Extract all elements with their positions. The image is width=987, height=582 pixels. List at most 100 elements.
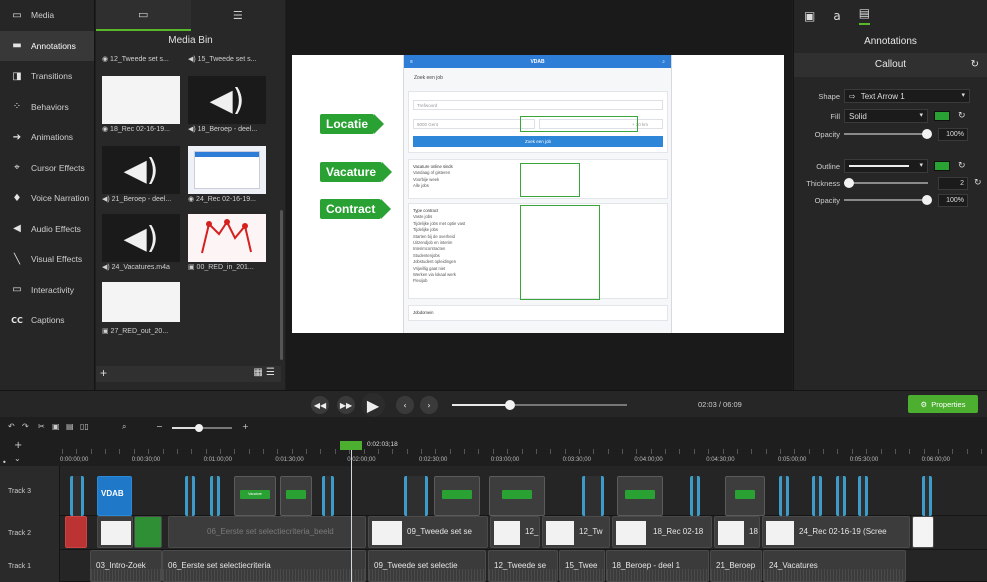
timeline-clip[interactable] (65, 516, 87, 548)
bin-scrollbar[interactable] (280, 210, 283, 360)
fill-color-swatch[interactable] (934, 111, 950, 121)
copy-icon[interactable]: ▣ (52, 422, 60, 431)
previous-clip-button[interactable]: ‹ (396, 396, 414, 414)
zoom-out-icon[interactable]: − (156, 422, 163, 431)
opacity-value[interactable]: 100% (938, 127, 968, 141)
thickness-slider[interactable] (844, 178, 928, 188)
fill-dropdown[interactable]: Solid ▾ (844, 109, 928, 123)
timeline-clip[interactable] (812, 476, 822, 516)
cut-icon[interactable]: ✂ (38, 422, 45, 431)
zoom-knob[interactable] (195, 424, 203, 432)
scrubber-knob[interactable] (504, 400, 515, 410)
timeline-clip[interactable]: Vacature (234, 476, 276, 516)
timeline-clip[interactable] (922, 476, 932, 516)
chevron-down-icon[interactable]: ⌄ (14, 454, 21, 463)
outline-opacity-slider[interactable] (844, 195, 932, 205)
callout-locatie[interactable]: Locatie (320, 114, 385, 134)
tool-media[interactable]: ▭ Media (0, 0, 94, 31)
tool-captions[interactable]: CC Captions (0, 305, 94, 336)
bin-item[interactable]: ◀) 15_Tweede set s... (188, 54, 274, 66)
timeline-clip[interactable] (617, 476, 663, 516)
track-1-header[interactable]: Track 1 (0, 550, 60, 582)
preview-canvas[interactable]: ≡ VDAB ⌕ Zoek een job Trefwoord 9000 Gen… (292, 55, 784, 333)
outline-dropdown[interactable]: ▾ (844, 159, 928, 173)
audio-clip[interactable]: 24_Vacatures (763, 550, 906, 582)
tool-voice-narration[interactable]: ♦ Voice Narration (0, 183, 94, 214)
playhead-handle[interactable] (340, 441, 362, 450)
tool-cursor-effects[interactable]: ⌖ Cursor Effects (0, 153, 94, 184)
slider-knob[interactable] (844, 178, 854, 188)
bin-item[interactable]: ◉ 18_Rec 02-16-19... (102, 76, 188, 136)
opacity-value[interactable]: 100% (938, 193, 968, 207)
tool-transitions[interactable]: ◨ Transitions (0, 61, 94, 92)
timeline-clip[interactable] (134, 516, 162, 548)
timeline-clip[interactable]: 06_Eerste set selectiecriteria_beeld (168, 516, 366, 548)
timeline-clip[interactable] (280, 476, 312, 516)
timeline-clip[interactable] (322, 476, 334, 516)
timeline-clip[interactable] (779, 476, 789, 516)
timeline-clip[interactable] (582, 476, 604, 516)
shape-dropdown[interactable]: ⇨ Text Arrow 1 ▾ (844, 89, 970, 103)
tool-behaviors[interactable]: ⁘ Behaviors (0, 92, 94, 123)
timeline-clip[interactable] (858, 476, 868, 516)
zoom-icon[interactable]: ⌕ (122, 422, 126, 432)
tab-annotation-properties[interactable]: ▤ (858, 6, 871, 25)
zoom-in-icon[interactable]: + (242, 422, 249, 431)
tab-library[interactable]: ☰ (191, 0, 286, 31)
step-back-button[interactable]: ◀◀ (311, 396, 329, 414)
thickness-value[interactable]: 2 (938, 176, 968, 190)
timeline-clip[interactable] (912, 516, 934, 548)
slider-knob[interactable] (922, 129, 932, 139)
bin-item[interactable]: ◀) ◀) 24_Vacatures.m4a (102, 214, 188, 274)
reset-icon[interactable]: ↻ (974, 178, 982, 188)
timeline-clip[interactable] (725, 476, 765, 516)
audio-clip[interactable]: 12_Tweede se (488, 550, 558, 582)
reset-icon[interactable]: ↻ (971, 53, 979, 77)
track-2-header[interactable]: Track 2 (0, 516, 60, 550)
next-clip-button[interactable]: › (420, 396, 438, 414)
bin-item[interactable]: ◉ 12_Tweede set s... (102, 54, 188, 66)
paste-icon[interactable]: ▤ (66, 422, 74, 431)
scrubber[interactable] (452, 400, 627, 410)
audio-clip[interactable]: 09_Tweede set selectie (368, 550, 486, 582)
timeline-clip[interactable]: 24_Rec 02-16-19 (Scree (762, 516, 910, 548)
play-button[interactable]: ▶ (361, 393, 385, 417)
timeline-ruler[interactable]: 0:00:00;00 0:00:30;00 0:01:00;00 0:01:30;00… (60, 438, 987, 466)
track-3-header[interactable]: Track 3 (0, 466, 60, 516)
outline-color-swatch[interactable] (934, 161, 950, 171)
slider-knob[interactable] (922, 195, 932, 205)
tool-animations[interactable]: ➔ Animations (0, 122, 94, 153)
timeline-clip[interactable] (185, 476, 195, 516)
bin-item[interactable]: ◉ 24_Rec 02-16-19... (188, 146, 274, 206)
timeline-clip[interactable]: 18 (714, 516, 760, 548)
tool-interactivity[interactable]: ▭ Interactivity (0, 275, 94, 306)
tab-visual-properties[interactable]: ▣ (804, 9, 815, 23)
opacity-slider[interactable] (844, 129, 932, 139)
audio-clip[interactable]: 18_Beroep - deel 1 (606, 550, 709, 582)
properties-button[interactable]: ⚙ Properties (908, 395, 978, 413)
audio-clip[interactable]: 06_Eerste set selectiecriteria (162, 550, 366, 582)
callout-contract[interactable]: Contract (320, 199, 392, 219)
tab-media-bin[interactable]: ▭ (96, 0, 191, 31)
reset-icon[interactable]: ↻ (958, 111, 966, 121)
redo-icon[interactable]: ↷ (22, 422, 29, 431)
timeline-clip[interactable] (404, 476, 428, 516)
split-icon[interactable]: ▯▯ (80, 422, 89, 431)
playhead-line[interactable] (351, 441, 352, 582)
bin-item[interactable]: ▣ 00_RED_in_201... (188, 214, 274, 274)
audio-clip[interactable]: 03_Intro-Zoek (90, 550, 162, 582)
step-forward-button[interactable]: ▶▶ (337, 396, 355, 414)
undo-icon[interactable]: ↶ (8, 422, 15, 431)
timeline-clip[interactable]: VDAB (97, 476, 132, 516)
timeline-clip[interactable] (489, 476, 545, 516)
callout-vacature[interactable]: Vacature (320, 162, 393, 182)
bin-item[interactable]: ▣ 27_RED_out_20... (102, 282, 188, 338)
tab-text-properties[interactable]: a (833, 9, 840, 23)
timeline-clip[interactable] (690, 476, 700, 516)
audio-clip[interactable]: 15_Twee (559, 550, 605, 582)
timeline-clip[interactable]: 09_Tweede set se (368, 516, 488, 548)
bin-item[interactable]: ◀) ◀) 21_Beroep - deel... (102, 146, 188, 206)
timeline-clip[interactable] (70, 476, 84, 516)
timeline-clip[interactable]: 12_Tw (542, 516, 610, 548)
reset-icon[interactable]: ↻ (958, 161, 966, 171)
